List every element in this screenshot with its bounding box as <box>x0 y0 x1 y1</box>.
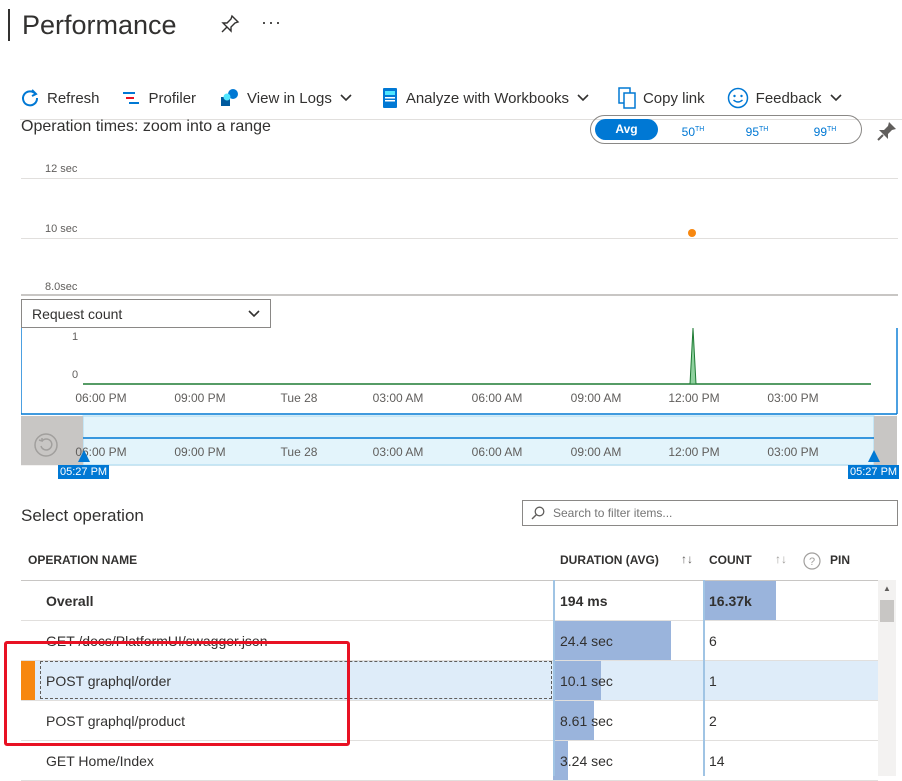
y-tick-label: 8.0sec <box>45 281 78 293</box>
operation-count: 2 <box>709 713 717 729</box>
smiley-icon <box>727 87 748 109</box>
analyze-label: Analyze with Workbooks <box>405 89 569 107</box>
sort-icon[interactable]: ↑↓ <box>775 552 787 566</box>
search-field[interactable] <box>522 500 898 526</box>
operation-name: GET Home/Index <box>46 753 154 769</box>
profiler-label: Profiler <box>148 89 197 107</box>
search-input[interactable] <box>551 505 875 521</box>
percentile-50th[interactable]: 50TH <box>669 119 717 140</box>
grid-line <box>21 178 898 179</box>
percentile-99th[interactable]: 99TH <box>801 119 849 140</box>
time-tick-label: 03:00 PM <box>767 391 819 405</box>
chart-title: Operation times: zoom into a range <box>21 118 271 135</box>
table-scrollbar[interactable]: ▲ <box>878 580 896 776</box>
chevron-down-icon <box>577 94 589 102</box>
request-count-series <box>83 327 871 385</box>
pin-icon[interactable] <box>220 14 240 39</box>
chevron-down-icon <box>340 94 352 102</box>
brush-time-tick-label: 03:00 PM <box>767 445 819 459</box>
pin-chart-icon[interactable] <box>876 120 898 147</box>
data-point[interactable] <box>688 229 696 237</box>
section-title: Select operation <box>21 506 144 525</box>
operation-count: 16.37k <box>709 593 752 609</box>
column-header-count[interactable]: COUNT <box>709 553 752 567</box>
column-header-pin[interactable]: PIN <box>830 553 850 567</box>
count-spike[interactable] <box>689 327 697 385</box>
brush-time-tick-label: 03:00 AM <box>372 445 424 459</box>
analyze-workbooks-button[interactable]: Analyze with Workbooks <box>381 87 596 109</box>
operation-duration: 3.24 sec <box>560 753 613 769</box>
reset-zoom-icon[interactable] <box>33 432 59 463</box>
svg-text:?: ? <box>809 556 815 568</box>
table-row[interactable]: Overall 194 ms 16.37k <box>21 581 878 621</box>
time-tick-label: 06:00 AM <box>471 391 523 405</box>
time-tick-label: 09:00 PM <box>174 391 226 405</box>
operation-duration: 8.61 sec <box>560 713 613 729</box>
copy-link-label: Copy link <box>642 89 705 107</box>
column-separator <box>703 580 705 776</box>
scroll-thumb[interactable] <box>880 600 894 622</box>
profiler-icon <box>122 92 139 104</box>
column-header-duration[interactable]: DURATION (AVG) <box>560 553 659 567</box>
profiler-button[interactable]: Profiler <box>122 89 197 107</box>
operation-duration: 194 ms <box>560 593 608 609</box>
copy-icon <box>618 87 636 109</box>
table-row[interactable]: GET Home/Index 3.24 sec 14 <box>21 741 878 781</box>
page-title: Performance <box>22 9 177 40</box>
percentile-95th[interactable]: 95TH <box>733 119 781 140</box>
refresh-button[interactable]: Refresh <box>20 88 100 108</box>
highlight-annotation <box>4 641 350 746</box>
feedback-label: Feedback <box>755 89 822 107</box>
range-start-label: 05:27 PM <box>58 465 110 479</box>
refresh-icon <box>22 89 39 107</box>
operation-duration: 24.4 sec <box>560 633 613 649</box>
search-icon <box>531 506 545 520</box>
ellipsis-icon[interactable]: ··· <box>261 12 282 33</box>
sort-icon[interactable]: ↑↓ <box>681 552 693 566</box>
title-divider <box>8 9 10 41</box>
timeline-chart[interactable] <box>21 296 898 466</box>
time-tick-label: 12:00 PM <box>668 391 720 405</box>
percentile-avg[interactable]: Avg <box>595 119 658 140</box>
feedback-button[interactable]: Feedback <box>727 87 849 109</box>
copy-link-button[interactable]: Copy link <box>618 87 705 109</box>
operation-name: Overall <box>46 593 94 609</box>
refresh-label: Refresh <box>47 89 100 107</box>
grid-line <box>21 238 898 239</box>
scroll-up-icon[interactable]: ▲ <box>883 584 891 593</box>
column-header-name[interactable]: OPERATION NAME <box>28 553 137 567</box>
logs-icon <box>221 89 239 106</box>
brush-time-tick-label: 09:00 AM <box>570 445 622 459</box>
chevron-down-icon <box>829 94 842 102</box>
column-separator <box>553 580 555 776</box>
operation-duration: 10.1 sec <box>560 673 613 689</box>
time-tick-label: 03:00 AM <box>372 391 424 405</box>
view-in-logs-button[interactable]: View in Logs <box>218 88 359 108</box>
y-tick-label: 10 sec <box>45 223 78 235</box>
brush-time-tick-label: Tue 28 <box>280 445 318 459</box>
command-bar: Refresh Profiler View in Logs Analyze wi… <box>20 84 871 112</box>
workbook-icon <box>382 88 397 108</box>
brush-time-tick-label: 12:00 PM <box>668 445 720 459</box>
time-tick-label: Tue 28 <box>280 391 318 405</box>
brush-time-tick-label: 06:00 AM <box>471 445 523 459</box>
operation-count: 1 <box>709 673 717 689</box>
y-tick-label: 12 sec <box>45 163 78 175</box>
percentile-selector: Avg 50TH 95TH 99TH <box>590 115 862 144</box>
time-tick-label: 06:00 PM <box>75 391 127 405</box>
brush-time-tick-label: 09:00 PM <box>174 445 226 459</box>
pin-help-icon[interactable]: ? <box>803 552 821 575</box>
page-header: Performance <box>8 8 177 42</box>
time-tick-label: 09:00 AM <box>570 391 622 405</box>
range-end-label: 05:27 PM <box>848 465 900 479</box>
operation-count: 14 <box>709 753 725 769</box>
view-in-logs-label: View in Logs <box>247 89 332 107</box>
operation-count: 6 <box>709 633 717 649</box>
